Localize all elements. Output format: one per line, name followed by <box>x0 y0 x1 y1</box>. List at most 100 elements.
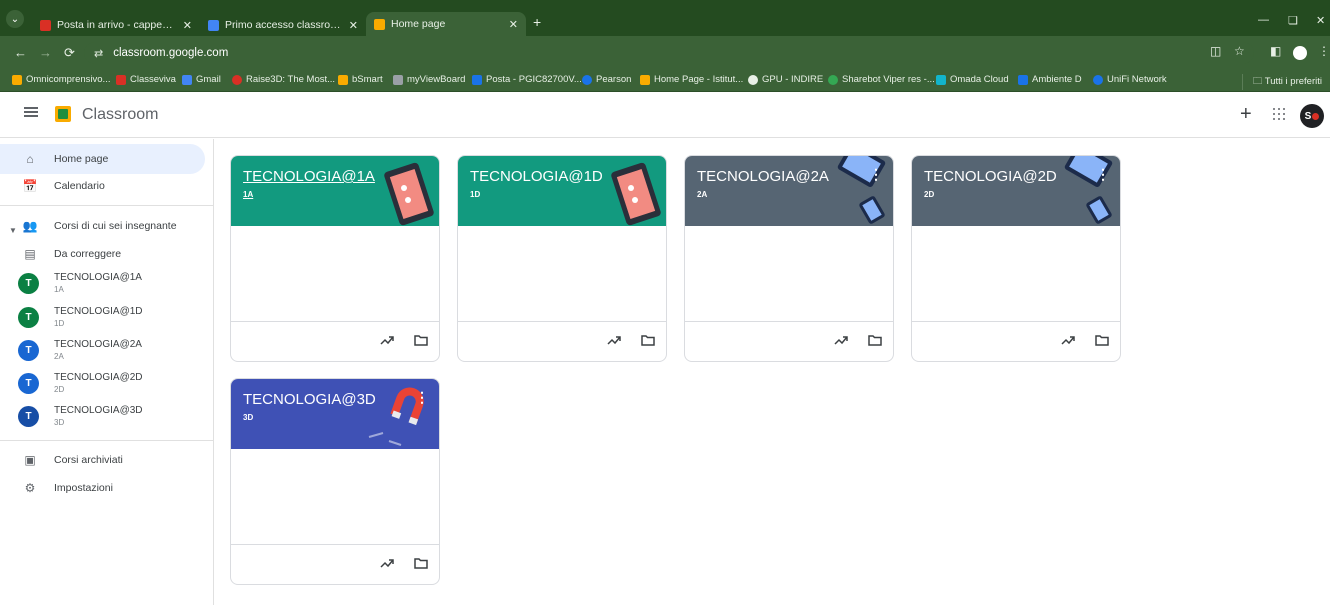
back-icon[interactable]: ← <box>14 45 27 60</box>
menu-more-icon[interactable]: ⋮ <box>1318 44 1330 58</box>
folder-icon[interactable] <box>640 332 656 348</box>
tablet-illustration <box>384 162 434 226</box>
new-tab-button[interactable]: + <box>533 14 541 30</box>
sidebar-course-3d[interactable]: T TECNOLOGIA@3D 3D <box>18 405 143 427</box>
card-title[interactable]: TECNOLOGIA@2A <box>697 168 829 186</box>
tab-search-icon[interactable]: ⌄ <box>6 10 24 28</box>
folder-icon[interactable] <box>867 332 883 348</box>
card-section[interactable]: 1A <box>243 190 253 199</box>
bookmark-item[interactable]: GPU - INDIRE <box>748 74 823 85</box>
main-menu-icon[interactable] <box>24 105 38 119</box>
course-avatar: T <box>18 306 39 328</box>
sidebar-course-2d[interactable]: T TECNOLOGIA@2D 2D <box>18 372 143 394</box>
profile-avatar-icon[interactable] <box>1293 46 1307 60</box>
google-apps-icon[interactable] <box>1273 108 1285 120</box>
bookmark-item[interactable]: bSmart <box>338 74 383 85</box>
card-footer <box>231 321 439 361</box>
card-footer <box>458 321 666 361</box>
more-options-icon[interactable]: ⋮ <box>1096 166 1110 183</box>
card-title[interactable]: TECNOLOGIA@2D <box>924 168 1057 186</box>
bookmark-favicon-icon <box>232 74 242 85</box>
more-options-icon[interactable]: ⋮ <box>415 389 429 406</box>
forward-icon[interactable]: → <box>39 45 52 60</box>
card-header[interactable]: ⋮ TECNOLOGIA@2A 2A <box>685 156 893 226</box>
folder-icon[interactable] <box>413 555 429 571</box>
class-card-1d[interactable]: TECNOLOGIA@1D 1D <box>457 155 667 362</box>
classroom-logo-icon[interactable] <box>55 106 71 122</box>
browser-tab-docs[interactable]: Primo accesso classroom.docx ✕ <box>200 14 366 36</box>
card-section[interactable]: 3D <box>243 413 253 422</box>
app-title[interactable]: Classroom <box>82 106 158 124</box>
class-card-2a[interactable]: ⋮ TECNOLOGIA@2A 2A <box>684 155 894 362</box>
card-header[interactable]: TECNOLOGIA@1A 1A <box>231 156 439 226</box>
all-bookmarks-folder[interactable]: 🗀 Tutti i preferiti <box>1241 74 1322 90</box>
trending-up-icon[interactable] <box>833 332 849 348</box>
trending-up-icon[interactable] <box>379 555 395 571</box>
card-section[interactable]: 2D <box>924 190 934 199</box>
window-close-icon[interactable]: ✕ <box>1316 14 1325 27</box>
card-section[interactable]: 2A <box>697 190 707 199</box>
account-avatar[interactable]: S <box>1300 104 1324 128</box>
address-bar[interactable]: ⇄ classroom.google.com <box>84 42 1254 64</box>
card-section[interactable]: 1D <box>470 190 480 199</box>
close-icon[interactable]: ✕ <box>349 19 358 32</box>
bookmark-favicon-icon <box>182 74 192 85</box>
bookmark-favicon-icon <box>936 74 946 85</box>
folder-icon[interactable] <box>413 332 429 348</box>
sidepanel-icon[interactable]: ◧ <box>1270 44 1281 58</box>
card-header[interactable]: TECNOLOGIA@1D 1D <box>458 156 666 226</box>
bookmark-item[interactable]: UniFi Network <box>1093 74 1167 85</box>
class-card-3d[interactable]: ⋮ TECNOLOGIA@3D 3D <box>230 378 440 585</box>
bookmark-item[interactable]: Posta - PGIC82700V... <box>472 74 582 85</box>
bookmark-item[interactable]: Pearson <box>582 74 631 85</box>
sidebar-item-to-review[interactable]: ▤ Da correggere <box>0 239 205 269</box>
browser-tab-gmail[interactable]: Posta in arrivo - cappellistefanc ✕ <box>32 14 200 36</box>
bookmark-item[interactable]: Classeviva <box>116 74 176 85</box>
browser-tab-classroom[interactable]: Home page ✕ <box>366 12 526 36</box>
site-settings-icon[interactable]: ⇄ <box>94 47 103 60</box>
sidebar-item-archived[interactable]: ▣ Corsi archiviati <box>0 445 205 475</box>
bookmark-item[interactable]: Gmail <box>182 74 221 85</box>
reload-icon[interactable]: ⟳ <box>64 45 75 61</box>
tab-title: Home page <box>391 18 446 30</box>
settings-gear-icon: ⚙ <box>24 481 36 495</box>
close-icon[interactable]: ✕ <box>509 18 518 31</box>
card-title[interactable]: TECNOLOGIA@1A <box>243 168 375 186</box>
sidebar-item-home[interactable]: ⌂ Home page <box>0 144 205 174</box>
folder-icon[interactable] <box>1094 332 1110 348</box>
minimize-icon[interactable]: — <box>1258 14 1269 26</box>
class-card-1a[interactable]: TECNOLOGIA@1A 1A <box>230 155 440 362</box>
bookmark-favicon-icon <box>338 74 348 85</box>
sidebar-item-teaching[interactable]: 👥 Corsi di cui sei insegnante <box>0 211 205 241</box>
bookmark-item[interactable]: Home Page - Istitut... <box>640 74 743 85</box>
card-header[interactable]: ⋮ TECNOLOGIA@2D 2D <box>912 156 1120 226</box>
bookmark-item[interactable]: Raise3D: The Most... <box>232 74 335 85</box>
card-title[interactable]: TECNOLOGIA@3D <box>243 391 376 409</box>
card-title[interactable]: TECNOLOGIA@1D <box>470 168 603 186</box>
trending-up-icon[interactable] <box>606 332 622 348</box>
create-join-class-icon[interactable]: + <box>1240 103 1252 126</box>
course-title: TECNOLOGIA@1D <box>54 306 143 317</box>
bookmark-item[interactable]: Omada Cloud <box>936 74 1009 85</box>
card-header[interactable]: ⋮ TECNOLOGIA@3D 3D <box>231 379 439 449</box>
close-icon[interactable]: ✕ <box>183 19 192 32</box>
bookmark-item[interactable]: Sharebot Viper res -... <box>828 74 935 85</box>
sidebar-item-calendar[interactable]: 📅 Calendario <box>0 171 205 201</box>
restore-icon[interactable]: ❏ <box>1288 14 1298 27</box>
sidebar-course-2a[interactable]: T TECNOLOGIA@2A 2A <box>18 339 142 361</box>
trending-up-icon[interactable] <box>379 332 395 348</box>
sidebar-divider <box>0 440 214 441</box>
bookmark-star-icon[interactable]: ☆ <box>1234 44 1245 58</box>
bookmark-item[interactable]: Ambiente D <box>1018 74 1082 85</box>
class-card-2d[interactable]: ⋮ TECNOLOGIA@2D 2D <box>911 155 1121 362</box>
install-app-icon[interactable]: ◫ <box>1210 44 1221 58</box>
bookmark-item[interactable]: myViewBoard <box>393 74 465 85</box>
bookmark-item[interactable]: Omnicomprensivo... <box>12 74 110 85</box>
sidebar-item-settings[interactable]: ⚙ Impostazioni <box>0 473 205 503</box>
trending-up-icon[interactable] <box>1060 332 1076 348</box>
assignment-icon: ▤ <box>24 247 36 261</box>
sidebar-course-1a[interactable]: T TECNOLOGIA@1A 1A <box>18 272 142 294</box>
more-options-icon[interactable]: ⋮ <box>869 166 883 183</box>
bookmark-favicon-icon <box>582 74 592 85</box>
sidebar-course-1d[interactable]: T TECNOLOGIA@1D 1D <box>18 306 143 328</box>
